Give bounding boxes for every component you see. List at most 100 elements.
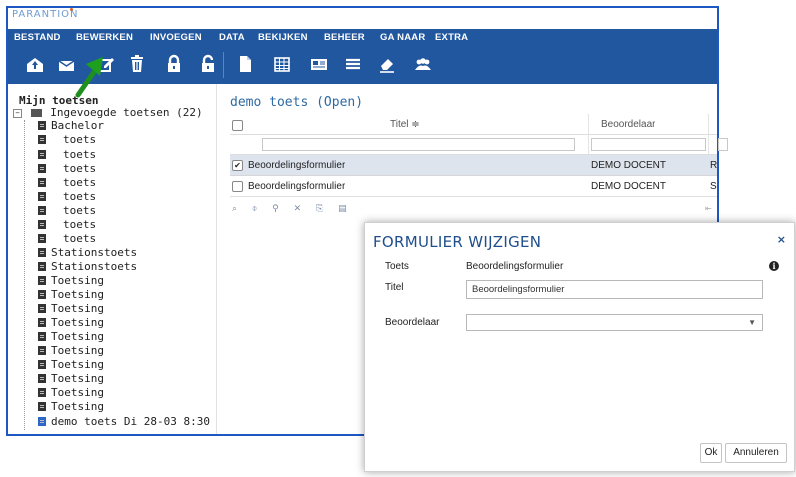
- grid-header-row: Titel ≑ Beoordelaar: [230, 114, 717, 155]
- tree-item-toets[interactable]: toets: [38, 204, 96, 217]
- document-icon: [38, 206, 46, 215]
- tree-item-toetsing[interactable]: Toetsing: [38, 372, 104, 385]
- document-icon: [38, 135, 46, 144]
- table-icon[interactable]: [271, 53, 293, 75]
- tree-item-stationstoets[interactable]: Stationstoets: [38, 246, 137, 259]
- document-icon: [38, 290, 46, 299]
- document-icon[interactable]: [234, 53, 256, 75]
- table-row[interactable]: ✔ Beoordelingsformulier DEMO DOCENT R: [230, 155, 717, 176]
- menu-ga-naar[interactable]: GA NAAR: [380, 32, 425, 43]
- inbox-upload-icon[interactable]: [24, 53, 46, 75]
- tree-item-label: Toetsing: [51, 386, 104, 399]
- filter-titel-input[interactable]: [262, 138, 575, 151]
- menu-bewerken[interactable]: BEWERKEN: [76, 32, 133, 43]
- tree-item-toetsing[interactable]: Toetsing: [38, 330, 104, 343]
- cancel-button[interactable]: Annuleren: [725, 443, 787, 463]
- tree-item-toetsing[interactable]: Toetsing: [38, 274, 104, 287]
- sidebar-tree: Mijn toetsen − Ingevoegde toetsen (22) B…: [8, 84, 216, 434]
- table-row[interactable]: Beoordelingsformulier DEMO DOCENT S: [230, 176, 717, 197]
- tree-item-label: Toetsing: [51, 316, 104, 329]
- tree-item-toetsing[interactable]: Toetsing: [38, 358, 104, 371]
- menu-bekijken[interactable]: BEKIJKEN: [258, 32, 308, 43]
- document-icon: [38, 220, 46, 229]
- document-icon: [38, 248, 46, 257]
- tree-item-toets[interactable]: toets: [38, 232, 96, 245]
- document-icon: [38, 234, 46, 243]
- tree-item-toetsing[interactable]: Toetsing: [38, 288, 104, 301]
- list-icon[interactable]: [342, 53, 364, 75]
- document-icon: [38, 164, 46, 173]
- tree-item-toets[interactable]: toets: [38, 133, 96, 146]
- close-icon[interactable]: ×: [777, 233, 786, 246]
- tree-root-folder[interactable]: − Ingevoegde toetsen (22): [13, 106, 203, 119]
- lock-icon[interactable]: [163, 53, 185, 75]
- mail-send-icon[interactable]: [56, 53, 78, 75]
- tree-item-toetsing[interactable]: Toetsing: [38, 400, 104, 413]
- tree-item-toets[interactable]: toets: [38, 218, 96, 231]
- newspaper-icon[interactable]: [308, 53, 330, 75]
- tree-item-label: toets: [63, 148, 97, 161]
- eraser-icon[interactable]: [376, 53, 398, 75]
- document-icon: [38, 262, 46, 271]
- info-icon[interactable]: i: [769, 261, 779, 271]
- collapse-icon[interactable]: −: [13, 109, 22, 118]
- tree-item-toetsing[interactable]: Toetsing: [38, 316, 104, 329]
- grid-toolbar-icons[interactable]: ⌕ ⌽ ⚲ ✕ ⎘ ▤: [232, 204, 353, 214]
- titel-input[interactable]: Beoordelingsformulier: [466, 280, 763, 299]
- toets-value: Beoordelingsformulier: [466, 261, 564, 272]
- column-header-titel[interactable]: Titel ≑: [390, 119, 420, 130]
- tree-item-label: toets: [63, 190, 97, 203]
- toolbar: [8, 46, 717, 84]
- users-icon[interactable]: [412, 53, 434, 75]
- document-icon: [38, 360, 46, 369]
- tree-item-label: Toetsing: [51, 358, 104, 371]
- tree-item-label: toets: [63, 218, 97, 231]
- select-all-checkbox[interactable]: [232, 120, 243, 131]
- trash-icon[interactable]: [126, 53, 148, 75]
- document-icon: [38, 417, 46, 426]
- tree-item-toets[interactable]: toets: [38, 176, 96, 189]
- row-checkbox[interactable]: ✔: [232, 160, 243, 171]
- cell-extra: R: [710, 160, 718, 171]
- beoordelaar-select[interactable]: ▼: [466, 314, 763, 331]
- grid-title: demo toets (Open): [230, 95, 364, 110]
- filter-extra-input[interactable]: [718, 138, 728, 151]
- tree-item-label: Toetsing: [51, 400, 104, 413]
- toets-label: Toets: [385, 261, 409, 272]
- tree-item-label: toets: [63, 204, 97, 217]
- tree-item-toetsing[interactable]: Toetsing: [38, 302, 104, 315]
- tree-item-label: Stationstoets: [51, 260, 138, 273]
- parantion-logo: PARANTION: [12, 9, 79, 20]
- menubar: BESTAND BEWERKEN INVOEGEN DATA BEKIJKEN …: [8, 29, 717, 46]
- beoordelaar-label: Beoordelaar: [385, 317, 440, 328]
- menu-bestand[interactable]: BESTAND: [14, 32, 61, 43]
- tree-item-label: Stationstoets: [51, 246, 138, 259]
- unlock-icon[interactable]: [197, 53, 219, 75]
- document-icon: [38, 276, 46, 285]
- menu-data[interactable]: DATA: [219, 32, 245, 43]
- row-checkbox[interactable]: [232, 181, 243, 192]
- tree-item-stationstoets[interactable]: Stationstoets: [38, 260, 137, 273]
- pager-first-icon[interactable]: ⇤: [705, 204, 712, 213]
- menu-beheer[interactable]: BEHEER: [324, 32, 365, 43]
- filter-beoordelaar-input[interactable]: [591, 138, 706, 151]
- edit-icon[interactable]: [95, 53, 117, 75]
- tree-root-label: Ingevoegde toetsen (22): [50, 106, 203, 119]
- menu-extra[interactable]: EXTRA: [435, 32, 468, 43]
- tree-item-toetsing[interactable]: Toetsing: [38, 386, 104, 399]
- document-icon: [38, 374, 46, 383]
- tree-item-demo-toets[interactable]: demo toets Di 28-03 8:30: [38, 415, 210, 428]
- menu-invoegen[interactable]: INVOEGEN: [150, 32, 202, 43]
- pane-splitter[interactable]: [216, 84, 217, 434]
- cell-beoordelaar: DEMO DOCENT: [591, 160, 666, 171]
- tree-item-label: demo toets Di 28-03 8:30: [51, 415, 210, 428]
- ok-button[interactable]: Ok: [700, 443, 722, 463]
- document-icon: [38, 388, 46, 397]
- tree-item-toets[interactable]: toets: [38, 190, 96, 203]
- tree-item-label: toets: [63, 133, 97, 146]
- column-header-beoordelaar[interactable]: Beoordelaar: [601, 119, 655, 130]
- tree-item-toetsing[interactable]: Toetsing: [38, 344, 104, 357]
- tree-item-bachelor[interactable]: Bachelor: [38, 119, 104, 132]
- tree-item-toets[interactable]: toets: [38, 148, 96, 161]
- tree-item-toets[interactable]: toets: [38, 162, 96, 175]
